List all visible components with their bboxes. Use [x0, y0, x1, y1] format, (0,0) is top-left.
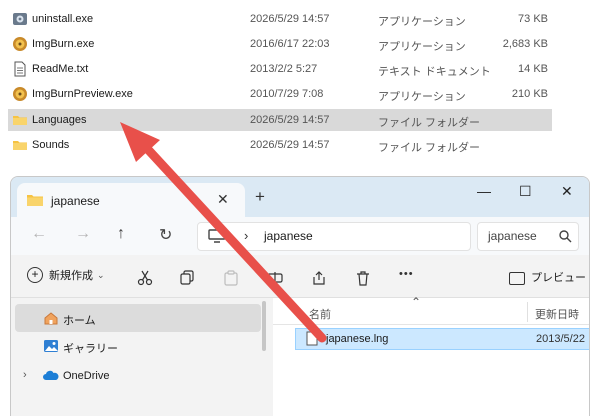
close-window-button[interactable]: ✕: [561, 183, 573, 200]
navigation-bar: ← → ↑ ↻ › japanese japanese: [11, 217, 589, 255]
tab-label: japanese: [51, 194, 100, 208]
folder-icon: [13, 116, 27, 125]
sidebar-item-gallery[interactable]: ギャラリー: [15, 332, 261, 360]
background-file-list: uninstall.exe 2026/5/29 14:57 アプリケーション 7…: [0, 0, 600, 170]
new-tab-button[interactable]: +: [255, 187, 265, 207]
file-row-selected[interactable]: Languages 2026/5/29 14:57 ファイル フォルダー: [8, 109, 552, 131]
breadcrumb-chevron-icon: ›: [244, 228, 249, 243]
new-button[interactable]: + 新規作成 ⌄: [27, 267, 105, 283]
maximize-button[interactable]: ☐: [519, 183, 532, 200]
up-button[interactable]: ↑: [117, 225, 125, 243]
file-row-selected[interactable]: japanese.lng 2013/5/22: [295, 328, 589, 350]
back-button[interactable]: ←: [31, 225, 47, 243]
file-row[interactable]: ImgBurnPreview.exe 2010/7/29 7:08 アプリケーシ…: [8, 83, 552, 105]
file-type: アプリケーション: [378, 16, 466, 28]
file-name: Sounds: [32, 139, 70, 151]
text-file-icon: [14, 61, 26, 77]
file-row[interactable]: uninstall.exe 2026/5/29 14:57 アプリケーション 7…: [8, 8, 552, 30]
file-date: 2026/5/29 14:57: [250, 114, 330, 126]
search-box[interactable]: japanese: [477, 222, 579, 251]
file-type: ファイル フォルダー: [378, 142, 481, 154]
file-date: 2013/2/2 5:27: [250, 63, 318, 75]
sidebar-item-label: ホーム: [63, 315, 96, 327]
folder-icon: [13, 141, 27, 150]
file-date: 2026/5/29 14:57: [250, 13, 330, 25]
home-icon: [44, 312, 58, 325]
file-type: アプリケーション: [378, 91, 466, 103]
share-icon[interactable]: [311, 270, 327, 286]
preview-button[interactable]: プレビュー: [509, 269, 586, 285]
command-bar: + 新規作成 ⌄ ••• プレビュー: [11, 257, 589, 298]
new-label: 新規作成: [49, 270, 93, 282]
address-bar[interactable]: › japanese: [197, 222, 471, 251]
column-header-name[interactable]: 名前: [309, 306, 331, 322]
file-name: ImgBurnPreview.exe: [32, 88, 133, 100]
more-options-button[interactable]: •••: [399, 268, 414, 280]
tab-japanese[interactable]: japanese ✕: [17, 183, 245, 217]
paste-icon[interactable]: [223, 270, 239, 286]
computer-icon: [208, 229, 226, 243]
file-name: ImgBurn.exe: [32, 38, 95, 50]
search-placeholder: japanese: [488, 229, 537, 243]
search-icon: [559, 230, 572, 243]
file-list-pane: 名前 ⌃ 更新日時 japanese.lng 2013/5/22: [273, 295, 589, 416]
file-name: Languages: [32, 114, 87, 126]
breadcrumb-current[interactable]: japanese: [264, 229, 313, 243]
file-type: アプリケーション: [378, 41, 466, 53]
onedrive-icon: [43, 370, 59, 380]
minimize-button[interactable]: —: [477, 183, 491, 199]
refresh-button[interactable]: ↻: [159, 225, 172, 245]
copy-icon[interactable]: [179, 270, 195, 286]
file-name: ReadMe.txt: [32, 63, 89, 75]
rename-icon[interactable]: [267, 270, 283, 286]
pane-splitter[interactable]: [262, 301, 266, 351]
sidebar-item-home[interactable]: ホーム: [15, 304, 261, 332]
cut-icon[interactable]: [137, 270, 153, 286]
close-tab-icon[interactable]: ✕: [217, 191, 229, 208]
file-date: 2010/7/29 7:08: [250, 88, 324, 100]
file-type: ファイル フォルダー: [378, 117, 481, 129]
file-row[interactable]: ReadMe.txt 2013/2/2 5:27 テキスト ドキュメント 14 …: [8, 58, 552, 80]
file-name: uninstall.exe: [32, 13, 94, 25]
column-divider[interactable]: [527, 302, 528, 322]
sidebar-item-onedrive[interactable]: › OneDrive: [15, 362, 261, 390]
forward-button[interactable]: →: [75, 225, 91, 243]
file-size: 210 KB: [511, 88, 548, 100]
file-row[interactable]: Sounds 2026/5/29 14:57 ファイル フォルダー: [8, 134, 552, 156]
file-row[interactable]: ImgBurn.exe 2016/6/17 22:03 アプリケーション 2,6…: [8, 33, 552, 55]
file-icon: [306, 331, 318, 346]
column-header-row: 名前 ⌃ 更新日時: [273, 295, 589, 325]
sidebar-item-label: ギャラリー: [63, 343, 118, 355]
file-size: 2,683 KB: [502, 38, 548, 50]
chevron-down-icon: ⌄: [97, 269, 105, 280]
imgburn-icon: [13, 87, 27, 101]
column-header-date[interactable]: 更新日時: [535, 306, 579, 322]
setup-icon: [13, 13, 27, 25]
plus-icon: +: [27, 267, 43, 283]
explorer-window: japanese ✕ + — ☐ ✕ ← → ↑ ↻ › japanese ja…: [10, 176, 590, 416]
expand-chevron-icon[interactable]: ›: [23, 369, 27, 381]
file-size: 14 KB: [518, 63, 548, 75]
file-name: japanese.lng: [326, 333, 389, 345]
gallery-icon: [44, 340, 58, 352]
file-date: 2016/6/17 22:03: [250, 38, 330, 50]
file-date: 2026/5/29 14:57: [250, 139, 330, 151]
imgburn-icon: [13, 37, 27, 51]
file-type: テキスト ドキュメント: [378, 66, 491, 78]
delete-icon[interactable]: [355, 270, 371, 286]
file-size: 73 KB: [518, 13, 548, 25]
navigation-pane: ホーム ギャラリー › OneDrive: [11, 298, 271, 416]
file-date: 2013/5/22: [536, 333, 585, 345]
sidebar-item-label: OneDrive: [63, 370, 110, 382]
sort-indicator-icon: ⌃: [411, 295, 422, 309]
preview-pane-icon: [509, 271, 525, 285]
folder-icon: [27, 195, 43, 206]
title-bar: japanese ✕ + — ☐ ✕: [11, 177, 589, 217]
preview-label: プレビュー: [531, 272, 586, 284]
